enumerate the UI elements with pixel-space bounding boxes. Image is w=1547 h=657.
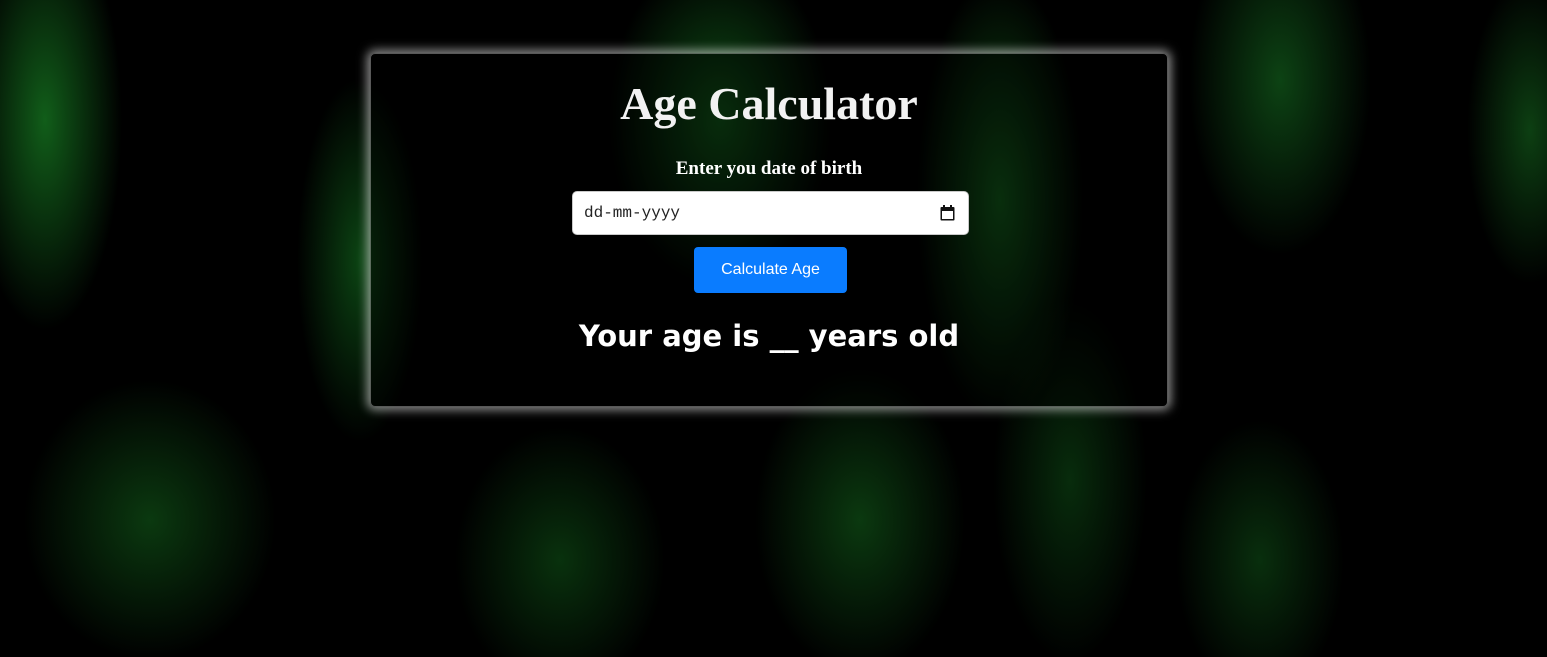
age-result-text: Your age is __ years old <box>578 319 960 353</box>
calculate-age-button[interactable]: Calculate Age <box>694 247 847 293</box>
date-input-placeholder: dd-mm-yyyy <box>584 204 681 222</box>
page-title: Age Calculator <box>620 78 918 129</box>
dob-label: Enter you date of birth <box>675 158 863 179</box>
calculator-card: Age Calculator Enter you date of birth d… <box>370 53 1168 407</box>
date-of-birth-input[interactable]: dd-mm-yyyy <box>572 191 969 235</box>
page-background: { "app": { "title": "Age Calculator" }, … <box>0 0 1547 657</box>
calendar-icon[interactable] <box>940 205 955 221</box>
